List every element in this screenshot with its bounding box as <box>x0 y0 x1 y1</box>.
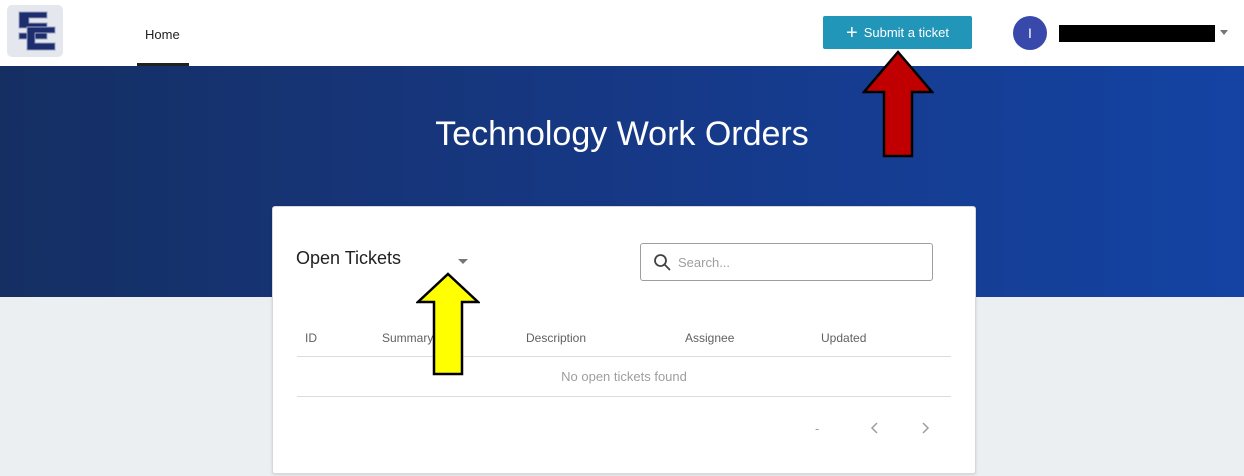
tickets-table-header: ID Summary Description Assignee Updated <box>297 319 951 357</box>
user-name-redacted[interactable] <box>1059 25 1215 42</box>
chevron-down-icon[interactable] <box>1220 30 1228 35</box>
column-header-id[interactable]: ID <box>305 331 317 345</box>
chevron-left-icon <box>870 422 878 434</box>
ticket-filter-label: Open Tickets <box>296 248 402 268</box>
page-title: Technology Work Orders <box>435 115 809 153</box>
yellow-annotation-arrow <box>416 272 480 376</box>
next-page-button[interactable] <box>915 418 935 438</box>
logo-emblem <box>18 11 56 51</box>
avatar-initial: I <box>1028 25 1032 41</box>
column-header-assignee[interactable]: Assignee <box>685 331 734 345</box>
top-navigation-bar: Home + Submit a ticket I <box>0 0 1244 66</box>
chevron-down-icon <box>458 259 468 264</box>
table-empty-row: No open tickets found <box>297 357 951 397</box>
empty-state-message: No open tickets found <box>561 369 687 384</box>
plus-icon: + <box>846 21 858 44</box>
user-avatar[interactable]: I <box>1013 16 1047 50</box>
previous-page-button[interactable] <box>865 418 885 438</box>
search-box[interactable] <box>640 243 933 281</box>
nav-home-tab[interactable]: Home <box>137 0 189 66</box>
red-annotation-arrow <box>862 50 934 158</box>
search-input[interactable] <box>678 254 918 270</box>
submit-ticket-label: Submit a ticket <box>863 25 949 40</box>
search-icon <box>654 254 671 271</box>
submit-ticket-button[interactable]: + Submit a ticket <box>823 16 972 49</box>
pagination-range: - <box>815 421 820 436</box>
column-header-description[interactable]: Description <box>526 331 586 345</box>
tickets-card: Open Tickets ID Summary Description Assi… <box>272 206 976 474</box>
nav-home-label: Home <box>145 27 180 42</box>
chevron-right-icon <box>922 422 930 434</box>
column-header-updated[interactable]: Updated <box>821 331 866 345</box>
school-logo[interactable] <box>7 5 63 57</box>
ticket-filter-dropdown[interactable]: Open Tickets <box>296 245 474 273</box>
